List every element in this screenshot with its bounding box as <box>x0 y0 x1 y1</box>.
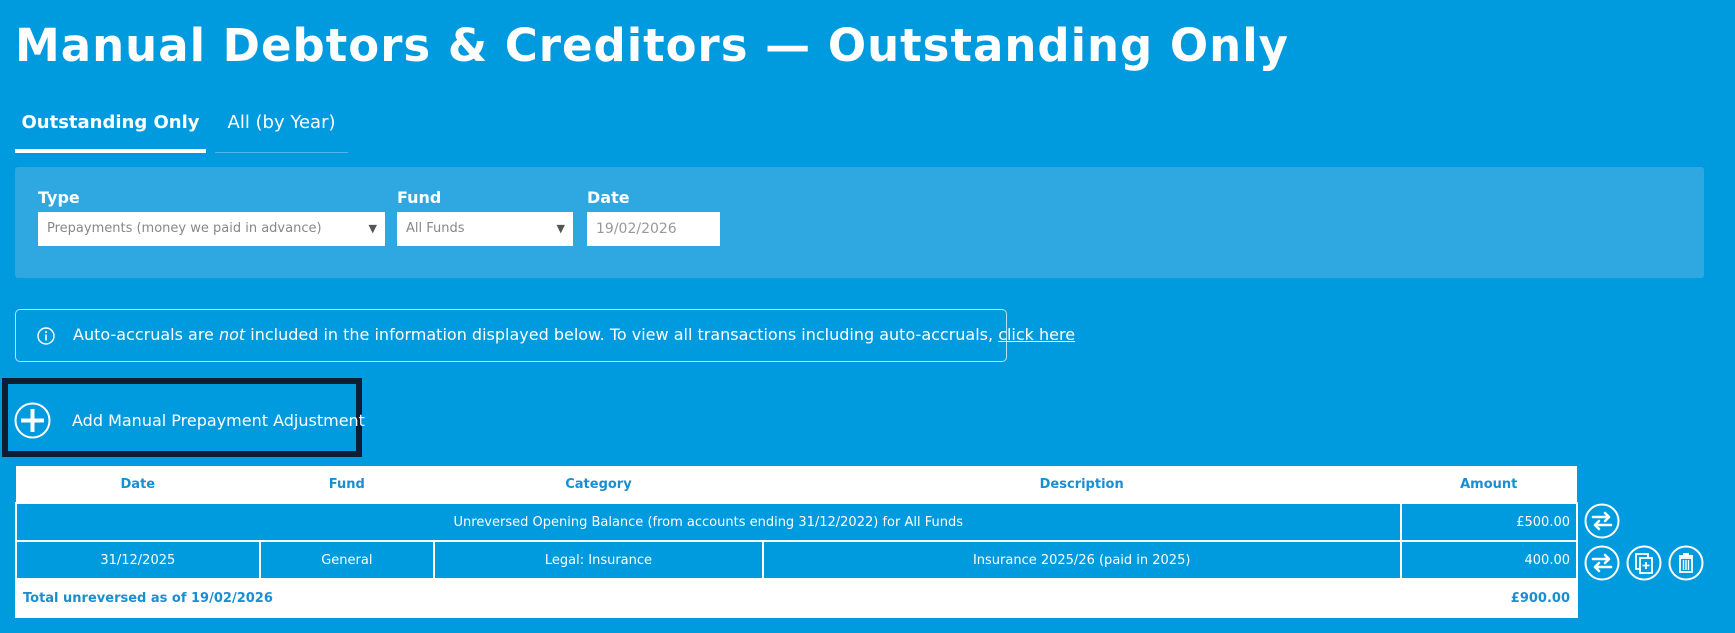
col-header-fund: Fund <box>259 466 435 503</box>
col-header-description: Description <box>762 466 1401 503</box>
add-button-label: Add Manual Prepayment Adjustment <box>72 411 365 430</box>
notice-text: Auto-accruals are not included in the in… <box>73 325 1075 344</box>
notice-emphasis: not <box>218 325 246 344</box>
click-here-link[interactable]: click here <box>998 325 1075 344</box>
notice-text-before: Auto-accruals are <box>73 325 219 344</box>
opening-balance-row[interactable]: Unreversed Opening Balance (from account… <box>15 502 1578 542</box>
tab-all-by-year[interactable]: All (by Year) <box>215 103 348 153</box>
row-description: Insurance 2025/26 (paid in 2025) <box>761 540 1402 580</box>
chevron-down-icon: ▼ <box>556 222 565 235</box>
fund-select-value: All Funds <box>406 221 465 236</box>
tab-outstanding-only[interactable]: Outstanding Only <box>15 103 206 153</box>
plus-circle-icon <box>14 402 51 439</box>
reverse-arrows-icon[interactable] <box>1584 545 1620 581</box>
fund-select[interactable]: All Funds ▼ <box>397 212 573 246</box>
row-category: Legal: Insurance <box>433 540 764 580</box>
total-label: Total unreversed as of 19/02/2026 <box>15 578 1402 618</box>
col-header-category: Category <box>434 466 763 503</box>
total-amount: £900.00 <box>1399 578 1578 618</box>
col-header-date: Date <box>16 466 260 503</box>
fund-label: Fund <box>397 188 442 207</box>
page-title: Manual Debtors & Creditors — Outstanding… <box>15 19 1289 72</box>
date-input[interactable]: 19/02/2026 <box>587 212 720 246</box>
type-select[interactable]: Prepayments (money we paid in advance) ▼ <box>38 212 385 246</box>
row-amount: 400.00 <box>1399 540 1578 580</box>
chevron-down-icon: ▼ <box>368 222 377 235</box>
opening-balance-amount: £500.00 <box>1399 502 1578 542</box>
total-row: Total unreversed as of 19/02/2026 £900.0… <box>15 578 1578 618</box>
date-label: Date <box>587 188 630 207</box>
opening-balance-text: Unreversed Opening Balance (from account… <box>15 502 1402 542</box>
table-header-row: Date Fund Category Description Amount <box>16 466 1577 503</box>
filter-panel: Type Prepayments (money we paid in advan… <box>15 167 1704 278</box>
col-header-amount: Amount <box>1400 466 1577 503</box>
trash-icon[interactable] <box>1668 545 1704 581</box>
reverse-arrows-icon[interactable] <box>1584 503 1620 539</box>
prepayments-table: Date Fund Category Description Amount Un… <box>15 466 1578 618</box>
row-fund: General <box>258 540 436 580</box>
row-date: 31/12/2025 <box>15 540 261 580</box>
copy-icon[interactable] <box>1626 545 1662 581</box>
add-manual-prepayment-button[interactable]: Add Manual Prepayment Adjustment <box>2 378 365 457</box>
notice-text-after: included in the information displayed be… <box>245 325 999 344</box>
type-label: Type <box>38 188 80 207</box>
auto-accruals-notice: Auto-accruals are not included in the in… <box>15 309 1075 362</box>
table-row[interactable]: 31/12/2025 General Legal: Insurance Insu… <box>15 540 1578 580</box>
info-icon <box>37 327 55 345</box>
type-select-value: Prepayments (money we paid in advance) <box>47 221 322 236</box>
